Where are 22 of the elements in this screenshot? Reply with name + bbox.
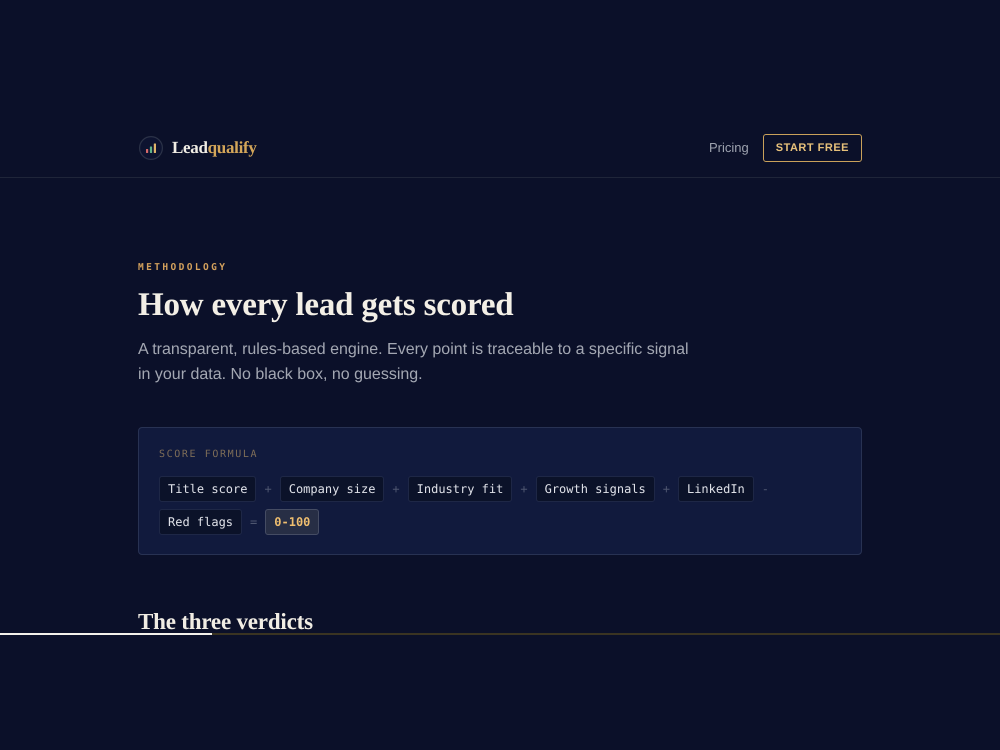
formula-term: Red flags [159,509,242,535]
bar-chart-logo-icon [139,136,163,160]
formula-term: Growth signals [536,476,655,502]
formula-term: Title score [159,476,256,502]
intro-paragraph: A transparent, rules-based engine. Every point is traceable to a specific signal in your data. No black box, no guessing. [138,340,690,385]
formula-result: 0-100 [265,509,320,535]
formula-operator: + [520,482,528,496]
formula-operator: + [662,482,670,496]
logo-wordmark[interactable]: Leadqualify [172,138,257,158]
pricing-link[interactable]: Pricing [709,140,749,155]
start-free-button[interactable]: START FREE [762,134,862,162]
formula-operator: = [250,515,258,529]
formula-term: LinkedIn [678,476,754,502]
formula-term: Industry fit [408,476,512,502]
formula-term: Company size [280,476,384,502]
section-eyebrow: METHODOLOGY [138,262,228,274]
formula-operator: - [762,482,770,496]
formula-operator: + [264,482,272,496]
section-heading: The three verdicts [138,611,314,633]
formula-label: SCORE FORMULA [159,448,260,462]
formula-operator: + [392,482,400,496]
page-title: How every lead gets scored [138,286,514,325]
